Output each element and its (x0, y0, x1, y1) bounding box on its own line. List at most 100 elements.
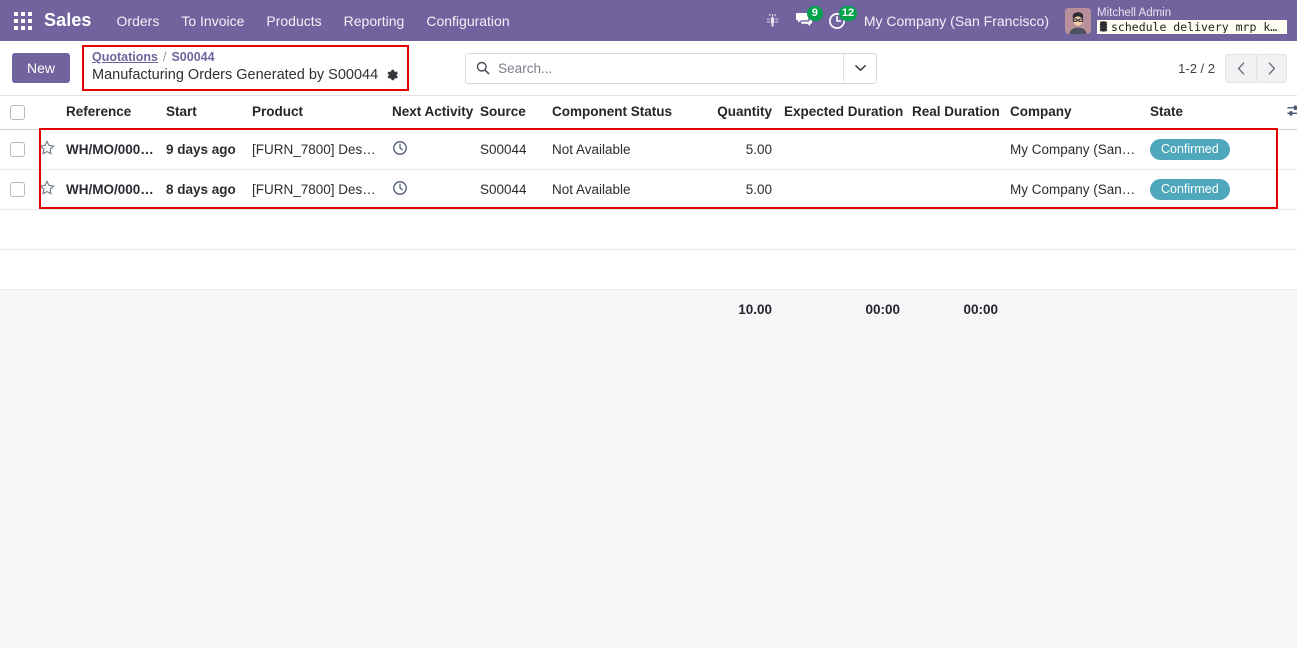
messages-button[interactable]: 9 (790, 5, 823, 37)
menu-configuration[interactable]: Configuration (415, 9, 520, 33)
database-name: schedule_delivery_mrp_kn… (1111, 20, 1284, 33)
cell-component-status: Not Available (546, 169, 706, 210)
footer-total-real-duration: 00:00 (906, 289, 1004, 330)
header-source[interactable]: Source (474, 95, 546, 130)
sliders-icon (1286, 105, 1297, 117)
user-name: Mitchell Admin (1097, 7, 1172, 20)
footer-product (246, 289, 386, 330)
checkbox-unchecked-icon[interactable] (9, 104, 25, 120)
database-tag: schedule_delivery_mrp_kn… (1097, 19, 1287, 34)
select-all-cell[interactable] (0, 95, 34, 130)
cell-source: S00044 (474, 129, 546, 170)
apps-grid-icon (14, 11, 32, 30)
user-info: Mitchell Admin schedule_delivery_mrp_kn… (1097, 7, 1287, 34)
navbar-right-tools: 9 12 My Company (San Francisco) Mitchell… (758, 5, 1289, 37)
cell-start: 8 days ago (160, 169, 246, 210)
header-component-status[interactable]: Component Status (546, 95, 706, 130)
star-outline-icon[interactable] (39, 140, 55, 156)
page-title: Manufacturing Orders Generated by S00044 (92, 66, 379, 83)
table-footer: 10.00 00:00 00:00 (0, 289, 1297, 330)
activity-clock-icon[interactable] (392, 140, 408, 156)
star-outline-icon[interactable] (39, 180, 55, 196)
gear-icon[interactable] (385, 68, 399, 82)
breadcrumb-item-quotations[interactable]: Quotations (92, 50, 158, 66)
table-row[interactable]: WH/MO/00017 8 days ago [FURN_7800] Des… … (0, 169, 1297, 210)
row-select-cell[interactable] (0, 129, 34, 170)
cell-row-options (1279, 129, 1297, 170)
user-menu[interactable]: Mitchell Admin schedule_delivery_mrp_kn… (1061, 7, 1287, 34)
header-state[interactable]: State (1144, 95, 1279, 130)
app-brand-sales[interactable]: Sales (40, 10, 106, 31)
avatar (1065, 7, 1091, 34)
footer-total-quantity: 10.00 (706, 289, 778, 330)
menu-products[interactable]: Products (255, 9, 332, 33)
breadcrumb-separator: / (162, 50, 167, 65)
header-quantity[interactable]: Quantity (706, 95, 778, 130)
search-dropdown-toggle[interactable] (843, 53, 876, 83)
search-icon (476, 61, 490, 75)
pager: 1-2 / 2 (1178, 53, 1287, 83)
cell-source: S00044 (474, 169, 546, 210)
top-navbar: Sales Orders To Invoice Products Reporti… (0, 0, 1297, 41)
header-start[interactable]: Start (160, 95, 246, 130)
gear-glyph (387, 70, 398, 81)
header-expected-duration[interactable]: Expected Duration (778, 95, 906, 130)
cell-reference[interactable]: WH/MO/00017 (60, 169, 160, 210)
new-button[interactable]: New (12, 53, 71, 83)
row-select-cell[interactable] (0, 169, 34, 210)
status-badge: Confirmed (1150, 138, 1230, 160)
chevron-left-icon (1237, 61, 1244, 75)
activity-clock-icon[interactable] (392, 180, 408, 196)
control-panel: New Quotations / S00044 Manufacturing Or… (0, 41, 1297, 95)
menu-orders[interactable]: Orders (106, 9, 171, 33)
search-input-area[interactable]: Search... (466, 54, 843, 83)
messages-badge: 9 (806, 5, 823, 21)
search-view: Search... (465, 52, 878, 84)
cell-expected-duration (778, 129, 906, 170)
chevron-right-icon (1268, 61, 1276, 75)
clock-glyph (393, 181, 407, 195)
pager-buttons (1225, 53, 1287, 83)
pager-previous-button[interactable] (1225, 53, 1256, 83)
debug-menu-button[interactable] (758, 5, 788, 37)
status-badge: Confirmed (1150, 178, 1230, 200)
header-company[interactable]: Company (1004, 95, 1144, 130)
footer-state (1144, 289, 1279, 330)
company-switcher[interactable]: My Company (San Francisco) (854, 9, 1059, 33)
cell-expected-duration (778, 169, 906, 210)
table-body: WH/MO/00016 9 days ago [FURN_7800] Des… … (0, 129, 1297, 290)
cell-state: Confirmed (1144, 169, 1279, 210)
list-filler-cell (0, 209, 1297, 250)
menu-to-invoice[interactable]: To Invoice (170, 9, 255, 33)
header-real-duration[interactable]: Real Duration (906, 95, 1004, 130)
cell-reference[interactable]: WH/MO/00016 (60, 129, 160, 170)
pager-next-button[interactable] (1256, 53, 1287, 83)
breadcrumb-item-current[interactable]: S00044 (171, 50, 214, 66)
clock-glyph (393, 141, 407, 155)
cell-row-options (1279, 169, 1297, 210)
row-favorite-cell[interactable] (34, 129, 60, 170)
page-title-row: Manufacturing Orders Generated by S00044 (92, 66, 399, 85)
star-glyph (39, 140, 55, 155)
cell-next-activity[interactable] (386, 129, 474, 170)
header-next-activity[interactable]: Next Activity (386, 95, 474, 130)
search-input[interactable]: Search... (498, 61, 552, 76)
activities-button[interactable]: 12 (822, 5, 858, 37)
menu-reporting[interactable]: Reporting (333, 9, 416, 33)
database-icon (1099, 21, 1108, 32)
footer-check (0, 289, 34, 330)
row-checkbox-icon[interactable] (9, 142, 25, 158)
cell-real-duration (906, 129, 1004, 170)
footer-options (1279, 289, 1297, 330)
totals-row: 10.00 00:00 00:00 (0, 289, 1297, 330)
row-checkbox-icon[interactable] (9, 182, 25, 198)
header-product[interactable]: Product (246, 95, 386, 130)
row-favorite-cell[interactable] (34, 169, 60, 210)
apps-menu-button[interactable] (6, 4, 40, 38)
cell-next-activity[interactable] (386, 169, 474, 210)
table-header-row: Reference Start Product Next Activity So… (0, 95, 1297, 130)
table-row[interactable]: WH/MO/00016 9 days ago [FURN_7800] Des… … (0, 129, 1297, 170)
header-reference[interactable]: Reference (60, 95, 160, 130)
cell-quantity: 5.00 (706, 129, 778, 170)
optional-columns-dropdown[interactable] (1279, 95, 1297, 130)
